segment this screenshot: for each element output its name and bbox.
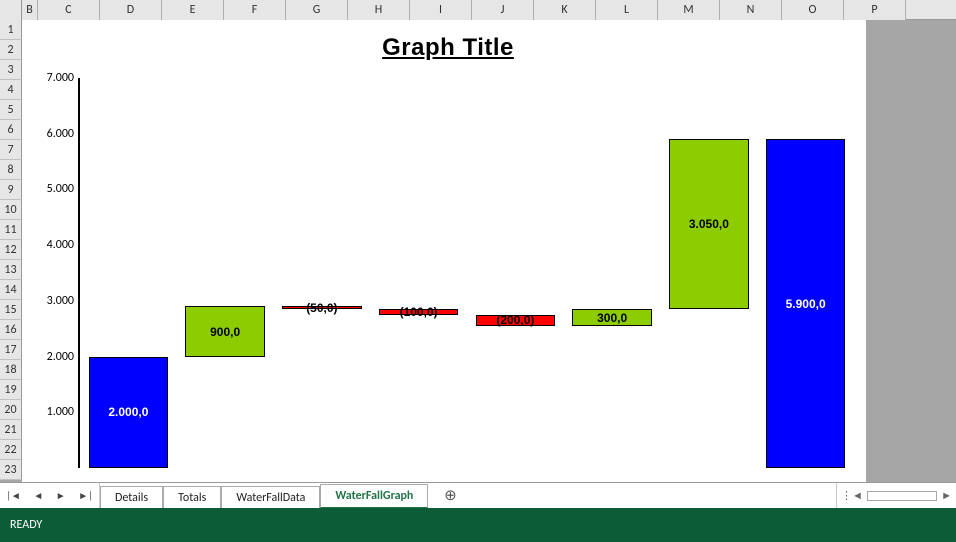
status-bar: READY — [0, 508, 956, 542]
sheet-tab-waterfallgraph[interactable]: WaterFallGraph — [320, 484, 428, 509]
row-header-2[interactable]: 2 — [0, 40, 22, 60]
row-header-18[interactable]: 18 — [0, 360, 22, 380]
row-header-22[interactable]: 22 — [0, 440, 22, 460]
embedded-chart[interactable]: Graph Title 2.000,0 900,0 (50,0) (100,0) (20… — [38, 20, 858, 480]
row-header-23[interactable]: 23 — [0, 460, 22, 480]
scroll-right-icon[interactable]: ► — [941, 489, 952, 502]
col-header-C[interactable]: C — [38, 0, 100, 20]
sheet-tab-waterfalldata[interactable]: WaterFallData — [221, 486, 320, 509]
row-header-7[interactable]: 7 — [0, 140, 22, 160]
row-header-11[interactable]: 11 — [0, 220, 22, 240]
row-header-13[interactable]: 13 — [0, 260, 22, 280]
row-header-16[interactable]: 16 — [0, 320, 22, 340]
col-header-E[interactable]: E — [162, 0, 224, 20]
scroll-dots-icon: ⋮ — [841, 489, 852, 502]
row-header-17[interactable]: 17 — [0, 340, 22, 360]
col-header-L[interactable]: L — [596, 0, 658, 20]
tab-navigation: |◄ ◄ ► ►| — [0, 483, 100, 508]
col-header-J[interactable]: J — [472, 0, 534, 20]
col-header-D[interactable]: D — [100, 0, 162, 20]
row-header-5[interactable]: 5 — [0, 100, 22, 120]
scroll-track[interactable] — [867, 491, 937, 501]
sheet-tabs: DetailsTotalsWaterFallDataWaterFallGraph — [100, 483, 428, 508]
col-header-B[interactable]: B — [22, 0, 38, 20]
col-header-G[interactable]: G — [286, 0, 348, 20]
row-header-6[interactable]: 6 — [0, 120, 22, 140]
row-header-21[interactable]: 21 — [0, 420, 22, 440]
sheet-tabs-bar: |◄ ◄ ► ►| DetailsTotalsWaterFallDataWate… — [0, 482, 956, 508]
bar-label: 2.000,0 — [89, 405, 168, 419]
chart-title: Graph Title — [38, 34, 858, 62]
bar-label: (100,0) — [379, 305, 458, 319]
row-header-4[interactable]: 4 — [0, 80, 22, 100]
row-header-10[interactable]: 10 — [0, 200, 22, 220]
row-headers: 1234567891011121314151617181920212223 — [0, 20, 22, 480]
bar-label: 5.900,0 — [766, 297, 845, 311]
row-header-12[interactable]: 12 — [0, 240, 22, 260]
next-sheet-icon[interactable]: ► — [56, 489, 66, 502]
col-header-I[interactable]: I — [410, 0, 472, 20]
row-header-15[interactable]: 15 — [0, 300, 22, 320]
y-tick-label: 4.000 — [38, 238, 74, 252]
col-header-F[interactable]: F — [224, 0, 286, 20]
first-sheet-icon[interactable]: |◄ — [6, 489, 21, 502]
col-header-O[interactable]: O — [782, 0, 844, 20]
y-tick-label: 7.000 — [38, 71, 74, 85]
row-header-1[interactable]: 1 — [0, 20, 22, 40]
bar-label: (50,0) — [282, 301, 361, 315]
last-sheet-icon[interactable]: ►| — [78, 489, 93, 502]
col-header-N[interactable]: N — [720, 0, 782, 20]
y-tick-label: 2.000 — [38, 350, 74, 364]
row-header-3[interactable]: 3 — [0, 60, 22, 80]
col-header-M[interactable]: M — [658, 0, 720, 20]
horizontal-scroll[interactable]: ⋮ ◄ ► — [836, 483, 956, 508]
row-header-9[interactable]: 9 — [0, 180, 22, 200]
status-ready: READY — [10, 518, 42, 532]
bar-label: 900,0 — [185, 325, 264, 339]
y-tick-label: 5.000 — [38, 182, 74, 196]
scroll-left-icon[interactable]: ◄ — [852, 489, 863, 502]
bar-label: 3.050,0 — [669, 217, 748, 231]
worksheet-area: BCDEFGHIJKLMNOP 123456789101112131415161… — [0, 0, 956, 482]
row-header-8[interactable]: 8 — [0, 160, 22, 180]
prev-sheet-icon[interactable]: ◄ — [33, 489, 43, 502]
y-tick-label: 1.000 — [38, 405, 74, 419]
sheet-tab-details[interactable]: Details — [100, 486, 163, 509]
plot-area: 2.000,0 900,0 (50,0) (100,0) (200,0) 300,0 3.0… — [80, 78, 854, 468]
y-tick-label: 3.000 — [38, 294, 74, 308]
row-header-20[interactable]: 20 — [0, 400, 22, 420]
bar-label: 300,0 — [572, 311, 651, 325]
row-header-19[interactable]: 19 — [0, 380, 22, 400]
col-header-H[interactable]: H — [348, 0, 410, 20]
col-header-P[interactable]: P — [844, 0, 906, 20]
col-header-K[interactable]: K — [534, 0, 596, 20]
row-header-14[interactable]: 14 — [0, 280, 22, 300]
y-tick-label: 6.000 — [38, 127, 74, 141]
column-headers: BCDEFGHIJKLMNOP — [0, 0, 956, 20]
add-sheet-button[interactable]: ⊕ — [436, 483, 464, 508]
sheet-tab-totals[interactable]: Totals — [163, 486, 221, 509]
bar-label: (200,0) — [476, 313, 555, 327]
